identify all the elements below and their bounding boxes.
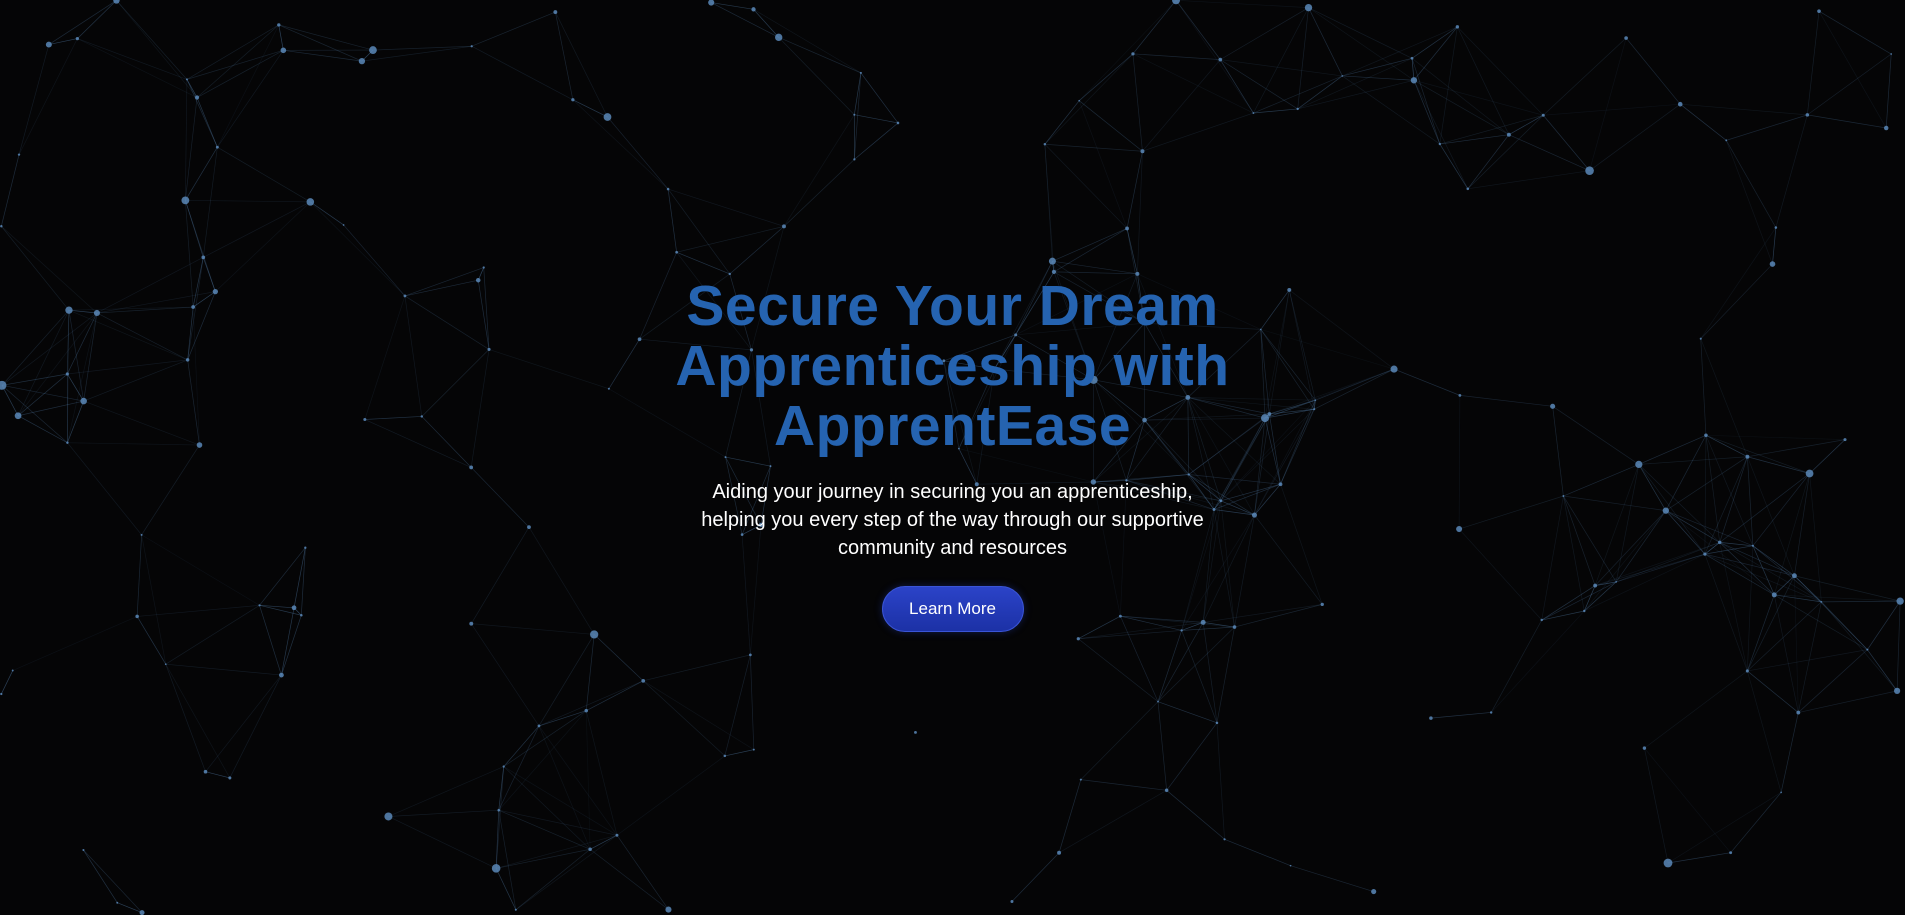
hero-title-line: ApprentEase bbox=[773, 394, 1132, 458]
hero-title-line: Apprenticeship with bbox=[675, 334, 1230, 398]
learn-more-button[interactable]: Learn More bbox=[881, 586, 1024, 632]
hero-title-line: Secure Your Dream bbox=[686, 274, 1219, 338]
hero-subtitle-line: Aiding your journey in securing you an a… bbox=[712, 481, 1193, 503]
hero-title: Secure Your Dream Apprenticeship with Ap… bbox=[633, 276, 1273, 456]
hero-section: Secure Your Dream Apprenticeship with Ap… bbox=[0, 0, 1905, 915]
hero-subtitle: Aiding your journey in securing you an a… bbox=[673, 478, 1233, 562]
hero-subtitle-line: helping you every step of the way throug… bbox=[701, 509, 1204, 531]
hero-subtitle-line: community and resources bbox=[838, 537, 1067, 559]
